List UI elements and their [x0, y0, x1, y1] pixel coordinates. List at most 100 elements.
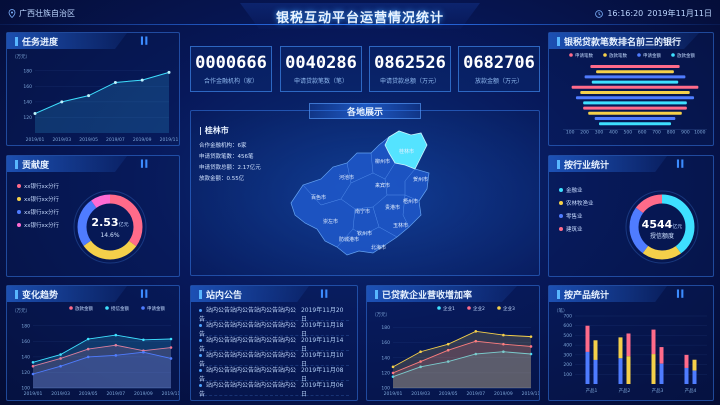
trend-x-axis: 2019/01 2019/03 2019/05 2019/07 2019/09 2019/… — [24, 387, 179, 397]
x-tick-label: 2019/05 — [439, 391, 458, 397]
data-point — [529, 335, 533, 338]
trend-panel-title: 变化趋势 — [7, 286, 127, 302]
data-point — [87, 94, 91, 98]
top3-panel: 银税贷款笔数排名前三的银行 申请笔数 放款笔数 申请金额 放款金额 100 200 300… — [548, 32, 714, 146]
city-label: 河池市 — [339, 174, 354, 181]
x-tick-label: 500 — [624, 129, 633, 135]
y-tick-label: 160 — [21, 339, 30, 345]
bar-segment — [659, 363, 664, 384]
map-panel-title: 各地展示 — [309, 103, 421, 119]
city-label: 贺州市 — [413, 176, 428, 183]
y-tick-label: 600 — [563, 323, 572, 329]
data-point — [114, 354, 118, 357]
info-line: 合作金融机构：6家 — [199, 143, 247, 149]
contribution-donut: 2.53亿元 14.6% — [73, 190, 147, 264]
x-tick-label: 2019/03 — [51, 391, 70, 397]
industry-panel-title: 按行业统计 — [549, 156, 667, 172]
region-selector[interactable]: 广西壮族自治区 — [8, 8, 75, 19]
info-line: 放款金额：0.55亿 — [199, 176, 245, 182]
product-panel-title: 按产品统计 — [549, 286, 667, 302]
data-point — [113, 80, 117, 84]
notice-item[interactable]: 站内公告站内公告站内公告站内公告 2019年11月06日 — [199, 382, 349, 398]
legend-swatch — [437, 306, 441, 310]
x-tick-label: 600 — [638, 129, 647, 135]
y-tick-label: 180 — [381, 325, 390, 331]
counter-value: 0040286 — [285, 53, 357, 73]
city-label: 贵港市 — [385, 204, 400, 211]
legend-label: 企业2 — [473, 305, 485, 312]
time-text: 16:16:20 — [607, 9, 644, 18]
x-tick-label: 100 — [566, 129, 575, 135]
growth-panel: 已贷款企业营收增加率 （万元） 企业1 企业2 企业3 180 160 140 120 10… — [366, 285, 540, 401]
bar-segment — [684, 354, 689, 368]
progress-area — [35, 72, 169, 133]
date-text: 2019年11月11日 — [647, 9, 712, 18]
product-panel: 按产品统计 ▍▍ （笔） 700 600 500 400 300 200 100 产品1 产品… — [548, 285, 714, 401]
legend-label: 授信金额 — [111, 305, 129, 312]
x-tick-label: 200 — [580, 129, 589, 135]
bar — [583, 101, 687, 105]
y-tick-label: 140 — [381, 355, 390, 361]
bar — [580, 91, 690, 94]
x-tick-label: 2019/11 — [162, 391, 179, 397]
bullet-icon — [199, 369, 202, 372]
progress-chart: （万元） 180160140120 2019/01 2019/03 2019/05 2… — [12, 54, 179, 143]
x-tick-label: 800 — [667, 129, 676, 135]
page-title: 银税互动平台运营情况统计 — [275, 11, 444, 26]
x-tick-label: 2019/09 — [494, 391, 513, 397]
x-tick-label: 2019/07 — [466, 391, 485, 397]
progress-unit: （万元） — [12, 54, 30, 60]
legend-label: 放款笔数 — [609, 52, 627, 59]
clock-icon — [595, 9, 604, 18]
progress-panel-title: 任务进度 — [7, 33, 127, 49]
y-tick-label: 300 — [563, 352, 572, 358]
x-tick-label: 2019/03 — [411, 391, 430, 397]
swatch — [559, 188, 563, 192]
legend-item: 金融业 — [559, 186, 594, 194]
legend-item: xx银行xx分行 — [17, 195, 59, 203]
legend-swatch — [497, 306, 501, 310]
top3-panel-title: 银税贷款笔数排名前三的银行 — [549, 33, 699, 49]
bar — [583, 106, 687, 110]
swatch — [559, 214, 563, 218]
counter-label: 放款金额（万元） — [474, 78, 523, 85]
progress-x-axis: 2019/01 2019/03 2019/05 2019/07 2019/09 2019/… — [26, 137, 179, 143]
y-tick-label: 100 — [563, 372, 572, 378]
notice-panel: 站内公告 ▍▍ 站内公告站内公告站内公告站内公告 2019年11月20日 站内公告… — [190, 285, 358, 401]
bar-segment — [585, 325, 590, 352]
industry-donut: 4544亿元 授信额度 — [625, 190, 699, 264]
x-tick-label: 2019/09 — [133, 137, 152, 143]
data-point — [167, 70, 171, 74]
y-tick-label: 160 — [381, 340, 390, 346]
data-point — [142, 338, 145, 342]
data-point — [86, 337, 90, 341]
legend-swatch — [671, 53, 675, 57]
city-label: 防城港市 — [339, 236, 359, 243]
industry-value: 4544亿元 — [642, 218, 683, 231]
swatch — [17, 184, 21, 188]
bar-segment — [659, 347, 664, 364]
x-tick-label: 产品1 — [586, 387, 598, 394]
trend-unit: （万元） — [12, 308, 30, 314]
bar — [575, 96, 695, 100]
selected-city: | 桂林市 — [199, 126, 229, 135]
growth-panel-title: 已贷款企业营收增加率 — [367, 286, 517, 302]
counter-institutions: 0000666 合作金融机构（家） — [190, 46, 272, 92]
legend-swatch — [637, 53, 641, 57]
info-line: 申请贷款笔数：456笔 — [199, 154, 254, 160]
bar — [571, 85, 699, 89]
map-info-card: | 桂林市 合作金融机构：6家 申请贷款笔数：456笔 申请贷款总额：2.17亿… — [199, 125, 261, 185]
legend-swatch — [141, 306, 145, 310]
city-label: 钦州市 — [357, 230, 372, 237]
progress-panel: 任务进度 ▍▍ （万元） 180 160 140 120 2019/01 2019/03… — [6, 32, 180, 146]
trend-legend: 放款金额 授信金额 申请金额 — [69, 305, 165, 312]
bar — [584, 75, 686, 79]
top3-chart: 申请笔数 放款笔数 申请金额 放款金额 100 200 300 400 500 600 700 80… — [563, 52, 707, 135]
growth-x-axis: 2019/01 2019/03 2019/05 2019/07 2019/09 2019/… — [384, 387, 539, 397]
city-label: 梧州市 — [403, 198, 418, 205]
swatch — [559, 201, 563, 205]
guangxi-map[interactable]: 桂林市 柳州市 河池市 来宾市 百色市 贺州市 梧州市 南宁市 贵港市 崇左市 … — [281, 123, 451, 273]
data-point — [446, 342, 450, 346]
legend-label: 申请金额 — [147, 305, 165, 312]
data-point — [142, 350, 145, 354]
